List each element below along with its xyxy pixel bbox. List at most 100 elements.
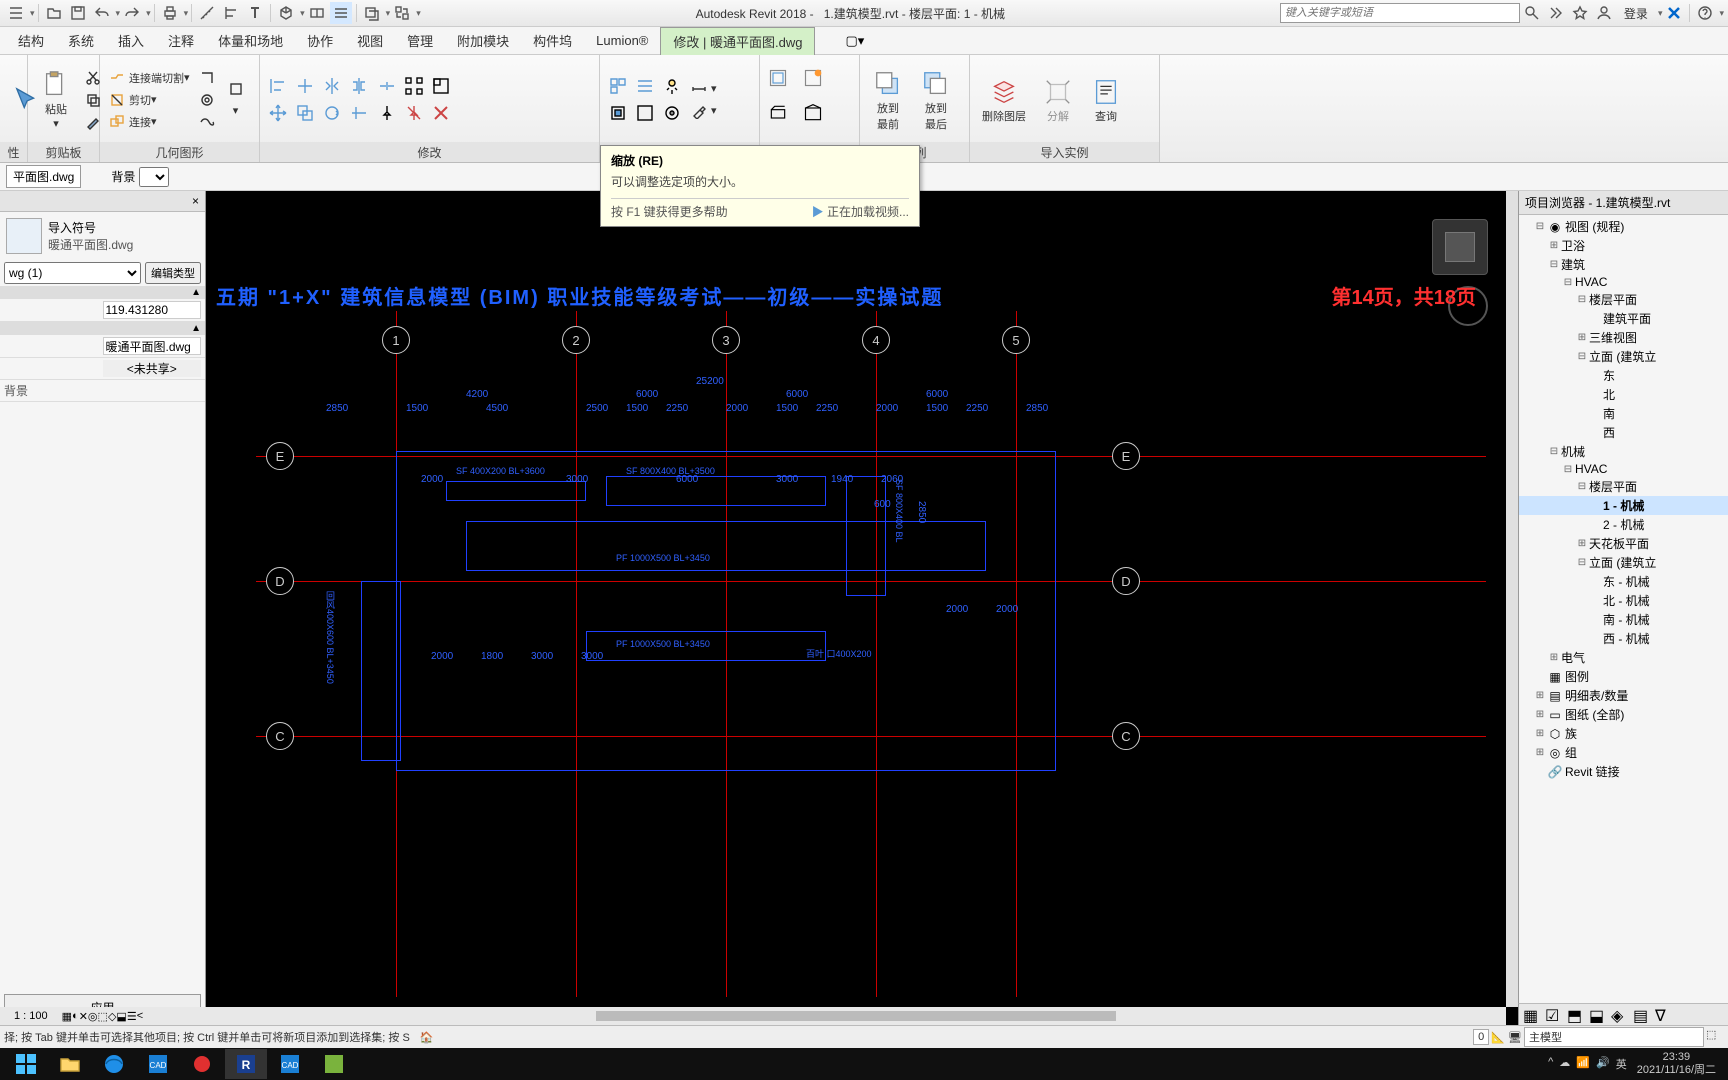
section-icon[interactable] (306, 2, 328, 24)
tab-collaborate[interactable]: 协作 (295, 27, 345, 54)
tree-item[interactable]: ⊟楼层平面 (1519, 477, 1728, 496)
revit-icon[interactable]: R (225, 1049, 267, 1079)
taskbar-clock[interactable]: 23:39 2021/11/16/周二 (1637, 1051, 1724, 1077)
canvas-hscroll[interactable] (206, 1007, 1506, 1025)
tree-item[interactable]: ⊟建筑 (1519, 255, 1728, 274)
tab-insert[interactable]: 插入 (106, 27, 156, 54)
measure-icon[interactable] (196, 2, 218, 24)
thin-lines-icon[interactable] (330, 2, 352, 24)
exchange-icon[interactable] (1663, 2, 1685, 24)
create3[interactable] (766, 101, 790, 125)
edit-type-button[interactable]: 编辑类型 (145, 262, 201, 284)
vb7-icon[interactable]: ⬓ (116, 1010, 126, 1023)
scale-tool[interactable] (429, 74, 453, 98)
keys-icon[interactable] (1545, 2, 1567, 24)
tray-ime[interactable]: 英 (1616, 1056, 1627, 1072)
switch-window-icon[interactable] (391, 2, 413, 24)
tray-wifi-icon[interactable]: 📶 (1576, 1056, 1590, 1072)
help-icon[interactable] (1694, 2, 1716, 24)
paste-button[interactable]: 粘贴▾ (34, 65, 78, 134)
bring-front-button[interactable]: 放到 最前 (866, 64, 910, 136)
tree-item[interactable]: 东 - 机械 (1519, 572, 1728, 591)
search-icon[interactable] (1521, 2, 1543, 24)
prop-share[interactable]: <未共享> (103, 360, 202, 377)
tree-item[interactable]: ⊟立面 (建筑立 (1519, 553, 1728, 572)
prop-val2[interactable] (103, 337, 202, 355)
tree-item[interactable]: 1 - 机械 (1519, 496, 1728, 515)
s-icon-1[interactable]: ⬚ (1706, 1028, 1724, 1046)
qa4-icon[interactable]: ⬓ (1589, 1006, 1607, 1024)
delete-layer-button[interactable]: 删除图层 (976, 72, 1032, 128)
3d-icon[interactable] (275, 2, 297, 24)
move-tool[interactable] (266, 101, 290, 125)
tab-component[interactable]: 构件坞 (521, 27, 584, 54)
redo-icon[interactable] (121, 2, 143, 24)
tree-item[interactable]: 南 (1519, 404, 1728, 423)
start-button[interactable] (5, 1049, 47, 1079)
tree-item[interactable]: 西 (1519, 423, 1728, 442)
explorer-icon[interactable] (49, 1049, 91, 1079)
qa5-icon[interactable]: ◈ (1611, 1006, 1629, 1024)
file-chip[interactable]: 平面图.dwg (6, 165, 81, 188)
geo1-icon[interactable] (196, 68, 221, 88)
qa1-icon[interactable]: ▦ (1523, 1006, 1541, 1024)
bg-select[interactable] (139, 167, 169, 187)
tree-item[interactable]: 南 - 机械 (1519, 610, 1728, 629)
cope-button[interactable]: 连接端切割 ▾ (106, 68, 192, 88)
copy-tool[interactable] (293, 101, 317, 125)
props-close-icon[interactable]: × (192, 194, 199, 208)
close-inactive-icon[interactable] (361, 2, 383, 24)
qa3-icon[interactable]: ⬒ (1567, 1006, 1585, 1024)
undo-icon[interactable] (91, 2, 113, 24)
open-icon[interactable] (43, 2, 65, 24)
help-search-input[interactable] (1280, 3, 1520, 23)
canvas-vscroll[interactable] (1506, 191, 1518, 1007)
cad-icon[interactable]: CAD (137, 1049, 179, 1079)
tree-item[interactable]: ⊞卫浴 (1519, 236, 1728, 255)
text-icon[interactable] (244, 2, 266, 24)
create2[interactable] (801, 66, 825, 90)
array-tool[interactable] (402, 74, 426, 98)
delete-tool[interactable] (429, 101, 453, 125)
tree-item[interactable]: ⊞天花板平面 (1519, 534, 1728, 553)
tree-item[interactable]: ▦图例 (1519, 667, 1728, 686)
align-icon[interactable] (220, 2, 242, 24)
tree-item[interactable]: ⊞◎组 (1519, 743, 1728, 762)
tab-massing[interactable]: 体量和场地 (206, 27, 295, 54)
tab-view[interactable]: 视图 (345, 27, 395, 54)
vb9-icon[interactable]: < (137, 1010, 143, 1022)
tab-annotate[interactable]: 注释 (156, 27, 206, 54)
tab-addins[interactable]: 附加模块 (445, 27, 521, 54)
tree-item[interactable]: 建筑平面 (1519, 309, 1728, 328)
tab-systems[interactable]: 系统 (56, 27, 106, 54)
tree-item[interactable]: ⊞▭图纸 (全部) (1519, 705, 1728, 724)
view2[interactable] (633, 74, 657, 98)
unpin-tool[interactable] (402, 101, 426, 125)
geo4-icon[interactable] (225, 79, 250, 99)
tree-item[interactable]: 北 - 机械 (1519, 591, 1728, 610)
query-button[interactable]: 查询 (1084, 72, 1128, 128)
tree-item[interactable]: ⊞▤明细表/数量 (1519, 686, 1728, 705)
qa6-icon[interactable]: ▤ (1633, 1006, 1651, 1024)
edge-icon[interactable] (93, 1049, 135, 1079)
view3[interactable] (660, 74, 684, 98)
save-icon[interactable] (67, 2, 89, 24)
tree-item[interactable]: 西 - 机械 (1519, 629, 1728, 648)
view5[interactable] (633, 101, 657, 125)
tab-structure[interactable]: 结构 (6, 27, 56, 54)
view4[interactable] (606, 101, 630, 125)
send-back-button[interactable]: 放到 最后 (914, 64, 958, 136)
dim-tool[interactable]: ▾ (688, 79, 719, 99)
tray-cloud-icon[interactable]: ☁ (1559, 1056, 1570, 1072)
geo3-icon[interactable] (196, 112, 221, 132)
tree-item[interactable]: 东 (1519, 366, 1728, 385)
favorite-icon[interactable] (1569, 2, 1591, 24)
vb4-icon[interactable]: ◎ (88, 1010, 98, 1023)
vb6-icon[interactable]: ◇ (108, 1010, 116, 1023)
view1[interactable] (606, 74, 630, 98)
drawing-canvas[interactable]: — □ ✕ 五期 "1+X" 建筑信息模型 (BIM) 职业技能等级考试——初级… (206, 191, 1518, 1025)
hammer-tool[interactable]: ▾ (688, 101, 719, 121)
mirror-pick-tool[interactable] (320, 74, 344, 98)
tray-volume-icon[interactable]: 🔊 (1596, 1056, 1610, 1072)
tree-item[interactable]: ⊞三维视图 (1519, 328, 1728, 347)
